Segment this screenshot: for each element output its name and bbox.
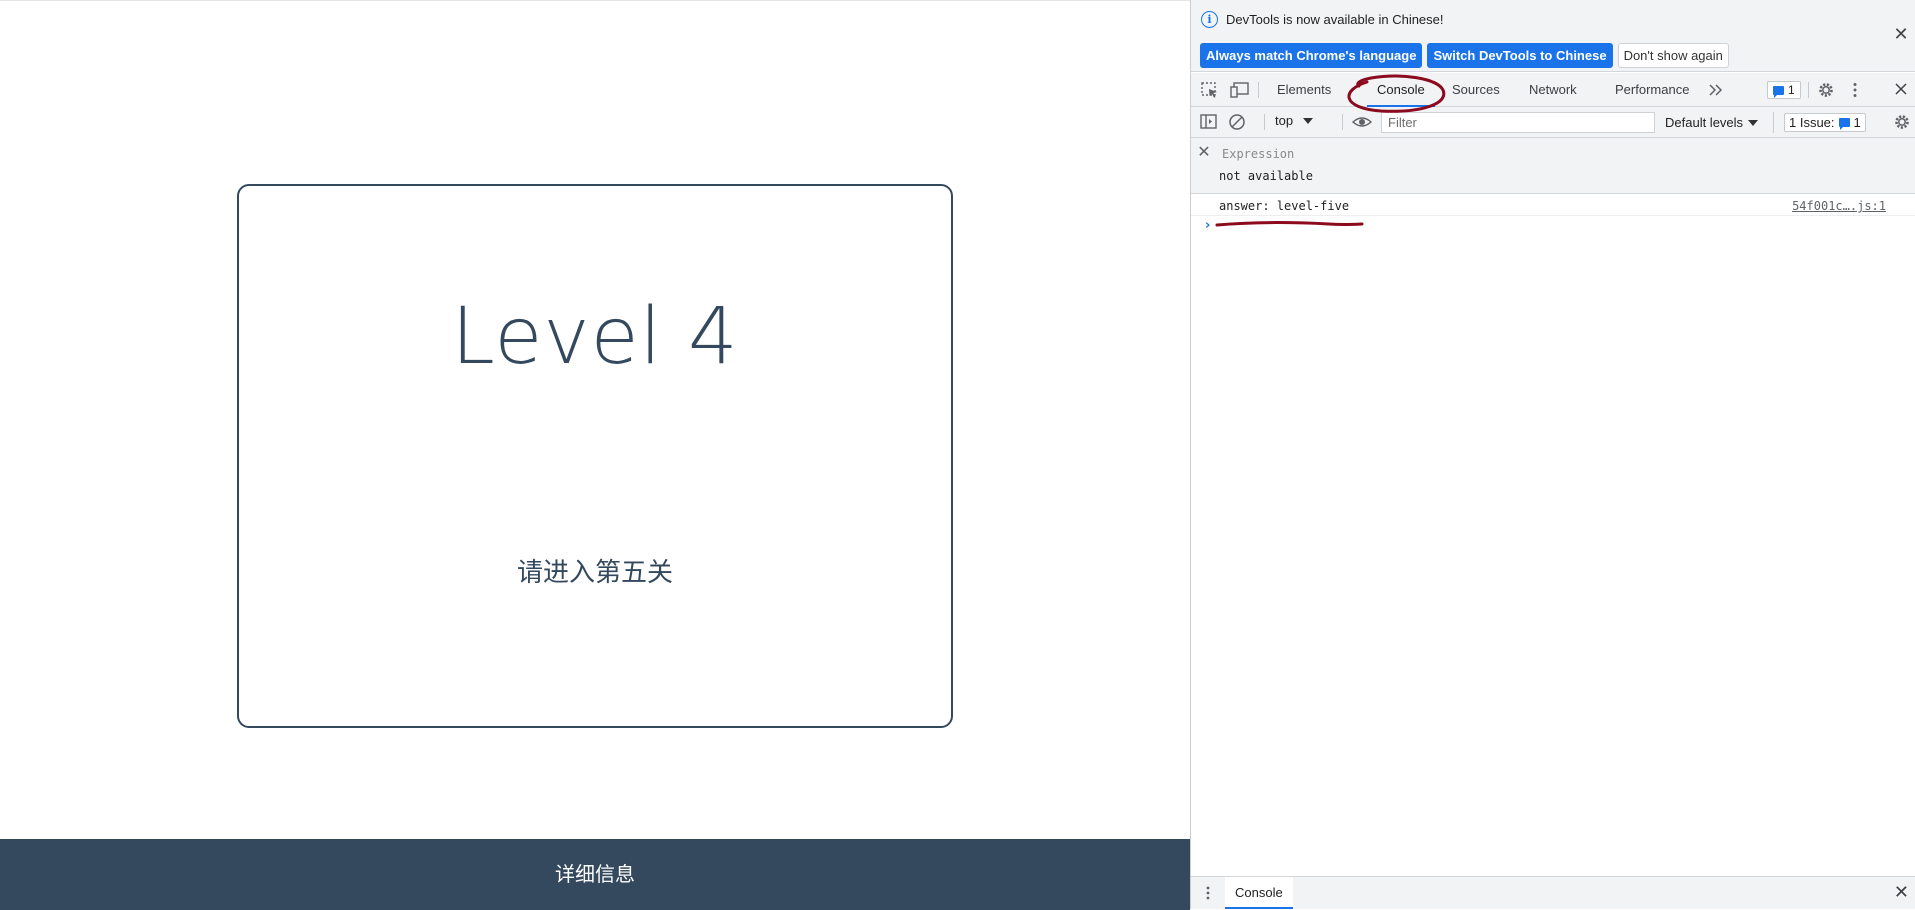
context-selector[interactable]: top bbox=[1275, 113, 1314, 128]
expression-label: Expression bbox=[1222, 147, 1295, 161]
issue-icon bbox=[1838, 118, 1850, 130]
divider bbox=[1258, 82, 1259, 98]
tab-elements[interactable]: Elements bbox=[1267, 73, 1341, 107]
filter-input[interactable] bbox=[1381, 112, 1655, 133]
level-title: Level 4 bbox=[451, 292, 739, 382]
log-levels-label: Default levels bbox=[1665, 115, 1744, 130]
info-icon: i bbox=[1201, 11, 1218, 28]
close-drawer-icon[interactable]: ✕ bbox=[1894, 884, 1909, 902]
live-expression: ✕ Expression not available bbox=[1191, 138, 1915, 194]
settings-gear-icon[interactable] bbox=[1816, 81, 1836, 99]
devtools-drawer: Console ✕ bbox=[1191, 876, 1915, 909]
tab-console[interactable]: Console bbox=[1367, 73, 1435, 107]
inspect-element-icon[interactable] bbox=[1200, 81, 1220, 99]
remove-expression-icon[interactable]: ✕ bbox=[1195, 143, 1213, 161]
drawer-tab-console[interactable]: Console bbox=[1225, 877, 1293, 909]
divider bbox=[1264, 114, 1265, 130]
dropdown-arrow-icon bbox=[1748, 119, 1759, 126]
log-message: answer: level-five bbox=[1219, 199, 1350, 213]
sidebar-toggle-icon[interactable] bbox=[1199, 113, 1219, 131]
details-footer[interactable]: 详细信息 bbox=[0, 839, 1190, 910]
console-log-entry: answer: level-five 54f001c….js:1 bbox=[1191, 194, 1915, 216]
drawer-menu-icon[interactable] bbox=[1205, 885, 1211, 901]
messages-badge[interactable]: 1 bbox=[1767, 81, 1801, 99]
context-value: top bbox=[1275, 113, 1294, 128]
devtools-tabbar: Elements Console Sources Network Perform… bbox=[1191, 73, 1915, 107]
close-icon[interactable]: ✕ bbox=[1893, 25, 1909, 43]
close-devtools-icon[interactable] bbox=[1892, 81, 1912, 99]
console-prompt-icon[interactable]: › bbox=[1205, 218, 1210, 233]
dont-show-again-button[interactable]: Don't show again bbox=[1617, 43, 1729, 68]
tab-sources[interactable]: Sources bbox=[1442, 73, 1510, 107]
language-infobar: i DevTools is now available in Chinese! … bbox=[1191, 0, 1915, 72]
message-icon bbox=[1773, 85, 1784, 98]
issues-count: 1 bbox=[1853, 115, 1861, 130]
switch-to-chinese-button[interactable]: Switch DevTools to Chinese bbox=[1427, 43, 1613, 68]
level-card: Level 4 请进入第五关 bbox=[237, 184, 953, 728]
issues-counter[interactable]: 1 Issue: 1 bbox=[1773, 112, 1866, 133]
eye-icon[interactable] bbox=[1351, 113, 1373, 131]
level-instruction: 请进入第五关 bbox=[516, 557, 673, 587]
tab-network[interactable]: Network bbox=[1519, 73, 1587, 107]
more-tabs-icon[interactable] bbox=[1707, 82, 1727, 100]
issues-badge: 1 Issue: 1 bbox=[1784, 113, 1866, 132]
infobar-buttons: Always match Chrome's language Switch De… bbox=[1200, 43, 1729, 68]
device-toolbar-icon[interactable] bbox=[1230, 81, 1250, 99]
infobar-message-row: i DevTools is now available in Chinese! bbox=[1201, 11, 1444, 28]
divider bbox=[1342, 114, 1343, 130]
console-toolbar: top Default levels 1 Issue: 1 bbox=[1191, 107, 1915, 138]
issues-label: 1 Issue: bbox=[1789, 115, 1835, 130]
devtools-panel: i DevTools is now available in Chinese! … bbox=[1190, 0, 1915, 909]
always-match-language-button[interactable]: Always match Chrome's language bbox=[1200, 43, 1423, 68]
console-settings-gear-icon[interactable] bbox=[1892, 113, 1912, 131]
log-levels-dropdown[interactable]: Default levels bbox=[1655, 107, 1759, 138]
divider bbox=[1808, 82, 1809, 98]
infobar-message: DevTools is now available in Chinese! bbox=[1226, 12, 1444, 27]
tab-performance[interactable]: Performance bbox=[1605, 73, 1699, 107]
messages-count: 1 bbox=[1788, 83, 1795, 97]
dropdown-arrow-icon bbox=[1303, 117, 1314, 124]
expression-value: not available bbox=[1219, 169, 1313, 183]
console-output: ✕ Expression not available answer: level… bbox=[1191, 138, 1915, 873]
details-footer-label: 详细信息 bbox=[555, 864, 635, 886]
kebab-menu-icon[interactable] bbox=[1845, 81, 1865, 99]
web-page: Level 4 请进入第五关 详细信息 bbox=[0, 0, 1190, 910]
log-source-link[interactable]: 54f001c….js:1 bbox=[1792, 199, 1886, 213]
clear-console-icon[interactable] bbox=[1227, 113, 1247, 131]
